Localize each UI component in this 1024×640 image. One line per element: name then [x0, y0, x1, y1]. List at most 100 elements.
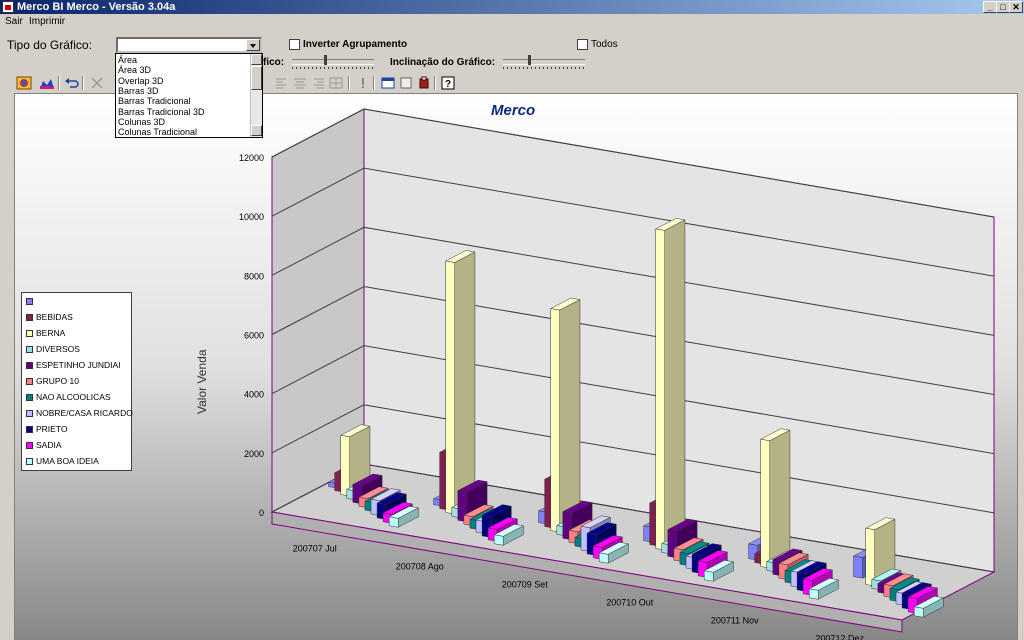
bar	[808, 588, 819, 600]
legend-swatch	[26, 362, 33, 369]
toolbar-separator	[348, 76, 350, 90]
legend-label: DIVERSOS	[36, 344, 80, 354]
rotation-slider[interactable]	[292, 55, 374, 69]
x-tick-label: 200708 Ago	[396, 561, 444, 571]
legend-item: BERNA	[25, 326, 133, 342]
legend-label: BEBIDAS	[36, 312, 73, 322]
x-tick-label: 200709 Set	[502, 579, 549, 589]
menu-item-sair[interactable]: Sair	[5, 16, 23, 27]
scroll-thumb[interactable]	[251, 66, 262, 90]
dropdown-option[interactable]: Barras 3D	[118, 86, 159, 96]
chart-type-dropdown-list[interactable]: Área Área 3D Overlap 3D Barras 3D Barras Tra…	[115, 53, 263, 138]
dropdown-option[interactable]: Overlap 3D	[118, 76, 164, 86]
chart-type-select[interactable]	[116, 37, 262, 53]
bar	[655, 228, 665, 551]
dropdown-option[interactable]: Colunas 3D	[118, 117, 165, 127]
minimize-button[interactable]: _	[983, 1, 997, 13]
all-label: Todos	[591, 39, 618, 50]
y-tick-label: 12000	[239, 153, 264, 163]
slider-thumb[interactable]	[324, 55, 327, 65]
legend-swatch	[26, 394, 33, 401]
delete-icon[interactable]	[89, 76, 105, 90]
bar	[340, 434, 350, 497]
rotation-label: fico:	[263, 57, 285, 68]
legend-swatch	[26, 426, 33, 433]
bar	[760, 438, 770, 569]
help-icon[interactable]: ?	[440, 76, 456, 90]
chart-title: Merco	[491, 102, 536, 119]
properties-icon[interactable]	[398, 76, 414, 90]
legend-label: NOBRE/CASA RICARDO	[36, 408, 133, 418]
chart-canvas: 0 2000 4000 6000 8000 10000 12000 200707 Jul 200…	[239, 108, 996, 640]
y-tick-label: 2000	[244, 449, 264, 459]
y-tick-label: 0	[259, 508, 264, 518]
toolbar-separator	[82, 76, 84, 90]
chart-wizard-icon[interactable]	[16, 76, 32, 90]
slider-thumb[interactable]	[528, 55, 531, 65]
align-left-icon[interactable]	[274, 76, 290, 90]
legend-item: UMA BOA IDEIA	[25, 454, 133, 470]
invert-grouping-label: Inverter Agrupamento	[303, 39, 408, 50]
bar	[913, 606, 924, 618]
bar	[703, 570, 714, 582]
grid-icon[interactable]	[328, 76, 344, 90]
svg-text:?: ?	[445, 79, 451, 90]
legend-label: SADIA	[36, 440, 62, 450]
legend-item: NOBRE/CASA RICARDO	[25, 406, 133, 422]
x-tick-label: 200712 Dez	[815, 633, 864, 640]
gallery-icon[interactable]	[39, 76, 55, 90]
scroll-down-icon[interactable]	[251, 125, 262, 136]
window-title: Merco BI Merco - Versão 3.04a	[17, 1, 176, 13]
align-center-icon[interactable]	[292, 76, 308, 90]
chart-legend: BEBIDAS BERNA DIVERSOS ESPETINHO JUNDIAI GRU…	[21, 292, 133, 471]
bar-side	[769, 429, 791, 569]
x-tick-label: 200710 Out	[606, 597, 654, 607]
toolbar-separator	[373, 76, 375, 90]
legend-label: BERNA	[36, 328, 66, 338]
close-button[interactable]: ✕	[1009, 1, 1023, 13]
legend-item: GRUPO 10	[25, 374, 133, 390]
legend-item	[25, 294, 133, 310]
bar	[388, 516, 399, 528]
legend-swatch	[26, 410, 33, 417]
bar-side	[454, 251, 476, 515]
slider-ticks	[503, 67, 585, 69]
dropdown-option[interactable]: Barras Tradicional 3D	[118, 107, 205, 117]
dropdown-option[interactable]: Colunas Tradicional	[118, 127, 197, 137]
legend-label: PRIETO	[36, 424, 68, 434]
y-tick-label: 10000	[239, 212, 264, 222]
legend-swatch	[26, 346, 33, 353]
legend-item: BEBIDAS	[25, 310, 133, 326]
menu-item-imprimir[interactable]: Imprimir	[29, 16, 65, 27]
tilt-slider[interactable]	[503, 55, 585, 69]
dropdown-scrollbar[interactable]	[250, 54, 262, 137]
dropdown-option[interactable]: Área 3D	[118, 65, 151, 75]
export-icon[interactable]	[416, 76, 432, 90]
y-tick-label: 6000	[244, 331, 264, 341]
app-icon	[2, 1, 14, 13]
legend-label: GRUPO 10	[36, 376, 79, 386]
bar	[853, 555, 863, 579]
maximize-button[interactable]: □	[996, 1, 1010, 13]
legend-item: PRIETO	[25, 422, 133, 438]
dropdown-option[interactable]: Barras Tradicional	[118, 96, 191, 106]
legend-label: ESPETINHO JUNDIAI	[36, 360, 121, 370]
chevron-down-icon[interactable]	[246, 39, 260, 51]
align-right-icon[interactable]	[310, 76, 326, 90]
copy-image-icon[interactable]	[380, 76, 396, 90]
legend-swatch	[26, 314, 33, 321]
dropdown-option[interactable]: Área	[118, 55, 137, 65]
undo-icon[interactable]	[64, 76, 80, 90]
scroll-up-icon[interactable]	[251, 54, 262, 65]
chart-area: 0 2000 4000 6000 8000 10000 12000 200707 Jul 200…	[14, 93, 1018, 640]
legend-label: UMA BOA IDEIA	[36, 456, 99, 466]
legend-label: NAO ALCOOLICAS	[36, 392, 111, 402]
legend-item: SADIA	[25, 438, 133, 454]
legend-swatch	[26, 330, 33, 337]
x-tick-label: 200711 Nov	[711, 615, 759, 625]
menu-bar: Sair Imprimir	[0, 14, 1024, 30]
legend-swatch	[26, 298, 33, 305]
data-label-icon[interactable]	[355, 76, 371, 90]
all-checkbox[interactable]	[577, 39, 588, 50]
invert-grouping-checkbox[interactable]	[289, 39, 300, 50]
